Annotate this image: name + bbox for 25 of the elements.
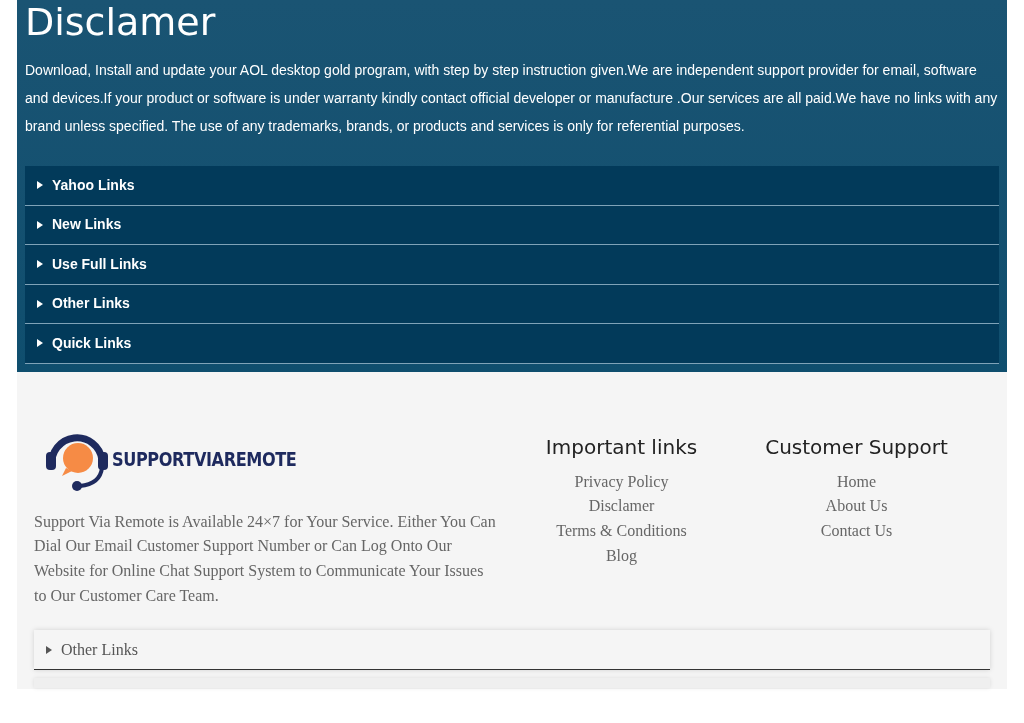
accordion-item[interactable]: Use Full Links xyxy=(25,245,999,285)
footer-link[interactable]: Terms & Conditions xyxy=(556,518,687,544)
caret-icon xyxy=(37,260,43,269)
footer-link[interactable]: Privacy Policy xyxy=(574,469,669,495)
caret-icon xyxy=(46,645,52,654)
disclaimer-text: Download, Install and update your AOL desktop gold program, with step by step instruction given.We are independent support provider for email, software and devices.If your product or software is under warranty kindly contact official developer or manufacture .Our services are all paid.We have no links with any brand unless specified. The use of any trademarks, brands, or products and services is only for referential purposes. xyxy=(25,61,999,136)
footer-link[interactable]: About Us xyxy=(825,494,888,519)
caret-icon xyxy=(37,339,43,348)
about-text: Support Via Remote is Available 24×7 for Your Service. Either You Can Dial Our Email Customer Support Number or Can Log Onto Our Website for Online Chat Support System to Communicate Your Issues to Our Customer Care Team. xyxy=(34,511,496,606)
accordion-item[interactable]: Other Links xyxy=(25,284,999,324)
accordion-item[interactable]: Other Links xyxy=(34,630,990,671)
accordion-item[interactable]: New Links xyxy=(25,205,999,245)
column-heading: Customer Support xyxy=(765,433,948,460)
accordion-item[interactable]: Quick Links xyxy=(25,324,999,364)
caret-icon xyxy=(37,299,43,308)
logo-wordmark: SUPPORTVIAREMOTE xyxy=(112,447,297,473)
column-heading: Important links xyxy=(545,433,698,460)
footer-link[interactable]: Contact Us xyxy=(820,518,893,544)
footer-link[interactable]: Blog xyxy=(605,543,638,569)
caret-icon xyxy=(37,181,43,190)
disclaimer-heading: Disclamer xyxy=(25,0,217,44)
footer-link[interactable]: Disclamer xyxy=(588,494,655,519)
accordion-item[interactable]: Yahoo Links xyxy=(25,166,999,206)
caret-icon xyxy=(37,220,43,229)
footer-link[interactable]: Home xyxy=(836,469,877,495)
